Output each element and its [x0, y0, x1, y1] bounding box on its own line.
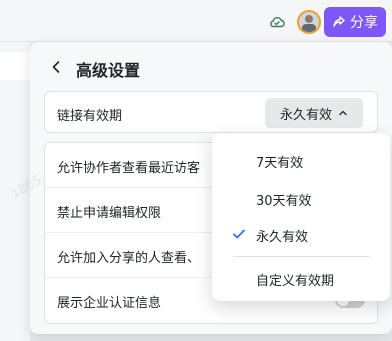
link-expiry-row: 链接有效期 永久有效 — [44, 91, 378, 133]
chevron-up-icon — [339, 110, 347, 116]
menu-item-label: 7天有效 — [256, 156, 304, 171]
top-bar: 分享 — [0, 0, 392, 42]
share-button[interactable]: 分享 — [324, 7, 386, 37]
option-label: 允许协作者查看最近访客 — [57, 161, 201, 176]
background-page — [0, 42, 30, 341]
option-label: 允许加入分享的人查看、 — [57, 251, 201, 266]
cloud-saved-icon[interactable] — [268, 13, 286, 31]
option-label: 禁止申请编辑权限 — [57, 206, 162, 221]
checkmark-icon — [233, 229, 245, 239]
menu-item-custom[interactable]: 自定义有效期 — [212, 261, 390, 295]
link-expiry-value: 永久有效 — [279, 107, 332, 123]
chevron-left-icon[interactable] — [48, 59, 64, 75]
user-avatar[interactable] — [297, 10, 321, 34]
option-label: 展示企业认证信息 — [57, 296, 162, 311]
menu-item-label: 自定义有效期 — [256, 274, 335, 289]
menu-item-label: 30天有效 — [256, 194, 312, 209]
menu-item-7-days[interactable]: 7天有效 — [212, 143, 390, 177]
menu-item-permanent[interactable]: 永久有效 — [212, 217, 390, 251]
background-row — [0, 52, 30, 80]
menu-divider — [234, 256, 370, 257]
link-expiry-select[interactable]: 永久有效 — [265, 98, 363, 128]
expiry-dropdown-menu: 7天有效 30天有效 永久有效 自定义有效期 — [212, 133, 390, 301]
link-expiry-label: 链接有效期 — [57, 109, 123, 124]
share-icon — [333, 16, 345, 27]
menu-item-label: 永久有效 — [256, 230, 309, 245]
menu-item-30-days[interactable]: 30天有效 — [212, 181, 390, 215]
panel-title: 高级设置 — [76, 61, 141, 80]
share-label: 分享 — [350, 15, 378, 31]
avatar-image — [302, 15, 316, 32]
